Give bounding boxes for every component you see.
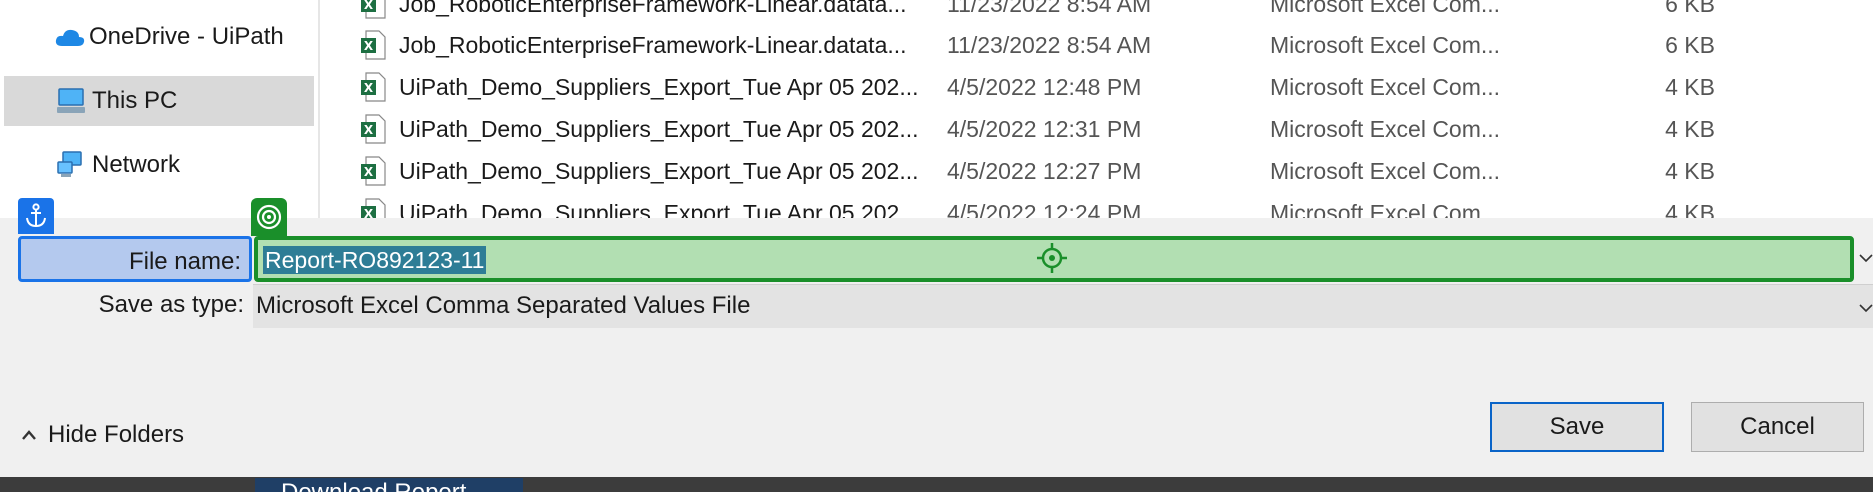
file-type: Microsoft Excel Com...	[1270, 0, 1501, 17]
svg-text:X: X	[364, 123, 374, 137]
save-type-select[interactable]: Microsoft Excel Comma Separated Values F…	[253, 284, 1873, 328]
target-icon[interactable]	[251, 198, 287, 236]
excel-file-icon: X	[361, 30, 386, 60]
file-type: Microsoft Excel Com...	[1270, 157, 1501, 184]
chevron-down-icon[interactable]	[1858, 298, 1873, 318]
excel-file-icon: X	[361, 72, 386, 102]
computer-icon	[54, 86, 88, 116]
navigation-pane: OneDrive - UiPath This PC Network	[0, 0, 318, 218]
file-type: Microsoft Excel Com...	[1270, 31, 1501, 58]
file-size: 4 KB	[1665, 199, 1715, 219]
nav-item-label: OneDrive - UiPath	[89, 23, 284, 50]
save-as-dialog: OneDrive - UiPath This PC Network X Job_…	[0, 0, 1873, 477]
save-type-value: Microsoft Excel Comma Separated Values F…	[256, 292, 751, 319]
svg-text:X: X	[364, 81, 374, 95]
file-name: Job_RoboticEnterpriseFramework-Linear.da…	[399, 0, 907, 17]
svg-text:X: X	[364, 0, 374, 12]
excel-file-icon: X	[361, 198, 386, 218]
file-row[interactable]: X UiPath_Demo_Suppliers_Export_Tue Apr 0…	[320, 66, 1873, 108]
file-row[interactable]: X UiPath_Demo_Suppliers_Export_Tue Apr 0…	[320, 192, 1873, 218]
excel-file-icon: X	[361, 0, 386, 19]
file-name: Job_RoboticEnterpriseFramework-Linear.da…	[399, 31, 907, 58]
file-row[interactable]: X Job_RoboticEnterpriseFramework-Linear.…	[320, 0, 1873, 25]
file-row[interactable]: X UiPath_Demo_Suppliers_Export_Tue Apr 0…	[320, 150, 1873, 192]
file-size: 6 KB	[1665, 0, 1715, 17]
svg-text:X: X	[364, 207, 374, 218]
file-size: 4 KB	[1665, 115, 1715, 142]
nav-item-this-pc[interactable]: This PC	[4, 76, 314, 126]
chevron-down-icon[interactable]	[1858, 248, 1873, 268]
file-size: 4 KB	[1665, 157, 1715, 184]
file-row[interactable]: X Job_RoboticEnterpriseFramework-Linear.…	[320, 24, 1873, 66]
hide-folders-label: Hide Folders	[48, 421, 185, 448]
file-date: 4/5/2022 12:24 PM	[947, 199, 1142, 219]
file-size: 6 KB	[1665, 31, 1715, 58]
file-name-label: File name:	[128, 248, 241, 275]
save-type-label: Save as type:	[98, 291, 244, 318]
file-list: X Job_RoboticEnterpriseFramework-Linear.…	[320, 0, 1873, 218]
save-button[interactable]: Save	[1490, 402, 1664, 452]
file-date: 11/23/2022 8:54 AM	[947, 31, 1152, 58]
file-date: 4/5/2022 12:31 PM	[947, 115, 1142, 142]
network-icon	[54, 150, 88, 180]
nav-item-network[interactable]: Network	[4, 140, 314, 190]
cancel-button[interactable]: Cancel	[1691, 402, 1864, 452]
file-name-label-highlight: File name:	[18, 236, 252, 282]
crosshair-icon	[1037, 243, 1067, 273]
nav-item-onedrive[interactable]: OneDrive - UiPath	[4, 12, 314, 62]
file-type: Microsoft Excel Com...	[1270, 73, 1501, 100]
file-type: Microsoft Excel Com...	[1270, 199, 1501, 219]
file-name-value: Report-RO892123-11	[263, 246, 487, 274]
excel-file-icon: X	[361, 114, 386, 144]
file-date: 4/5/2022 12:48 PM	[947, 73, 1142, 100]
cloud-icon	[53, 22, 87, 52]
file-size: 4 KB	[1665, 73, 1715, 100]
anchor-icon[interactable]	[18, 198, 54, 234]
file-date: 4/5/2022 12:27 PM	[947, 157, 1142, 184]
file-name: UiPath_Demo_Suppliers_Export_Tue Apr 05 …	[399, 199, 919, 219]
file-type: Microsoft Excel Com...	[1270, 115, 1501, 142]
nav-item-label: This PC	[92, 87, 178, 114]
file-name: UiPath_Demo_Suppliers_Export_Tue Apr 05 …	[399, 73, 919, 100]
excel-file-icon: X	[361, 156, 386, 186]
download-report-button[interactable]: Download Report	[255, 478, 523, 492]
file-date: 11/23/2022 8:54 AM	[947, 0, 1152, 17]
svg-text:X: X	[364, 39, 374, 53]
file-name: UiPath_Demo_Suppliers_Export_Tue Apr 05 …	[399, 157, 919, 184]
file-row[interactable]: X UiPath_Demo_Suppliers_Export_Tue Apr 0…	[320, 108, 1873, 150]
svg-text:X: X	[364, 165, 374, 179]
chevron-up-icon	[18, 424, 40, 446]
nav-item-label: Network	[92, 151, 181, 178]
hide-folders-button[interactable]: Hide Folders	[18, 418, 184, 452]
file-name: UiPath_Demo_Suppliers_Export_Tue Apr 05 …	[399, 115, 919, 142]
